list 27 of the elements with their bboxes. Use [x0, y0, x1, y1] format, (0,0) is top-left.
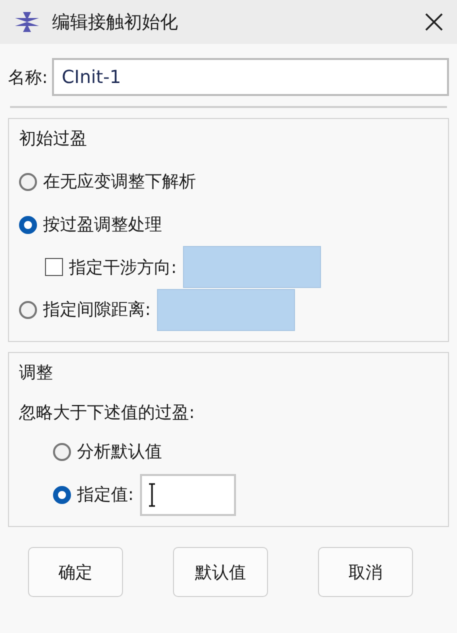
option-label: 按过盈调整处理	[43, 214, 162, 236]
window-title: 编辑接触初始化	[52, 11, 179, 34]
option-label: 指定值:	[77, 484, 134, 506]
radio-button[interactable]	[53, 486, 71, 504]
dialog-button[interactable]: 默认值	[173, 547, 268, 597]
input-field[interactable]	[182, 246, 321, 288]
name-field[interactable]: CInit-1	[52, 58, 449, 96]
name-label: 名称:	[8, 66, 48, 88]
radio-button[interactable]	[19, 300, 37, 318]
option-label: 指定间隙距离:	[43, 299, 151, 321]
radio-button[interactable]	[53, 442, 71, 460]
option-label: 指定干涉方向:	[69, 256, 177, 278]
option-label: 在无应变调整下解析	[43, 171, 196, 193]
radio-button[interactable]	[19, 216, 37, 234]
checkbox[interactable]	[45, 258, 63, 276]
prompt-text: 忽略大于下述值的过盈:	[19, 402, 196, 424]
app-icon	[14, 11, 40, 33]
text-cursor-icon	[148, 482, 156, 506]
close-icon[interactable]	[425, 13, 443, 31]
input-field[interactable]	[140, 474, 236, 516]
option-label: 分析默认值	[77, 441, 162, 463]
input-field[interactable]	[156, 288, 295, 330]
radio-button[interactable]	[19, 172, 37, 190]
group-title: 初始过盈	[19, 128, 88, 150]
dialog-button[interactable]: 确定	[28, 547, 123, 597]
group-title: 调整	[19, 362, 54, 384]
dialog-button[interactable]: 取消	[318, 547, 413, 597]
